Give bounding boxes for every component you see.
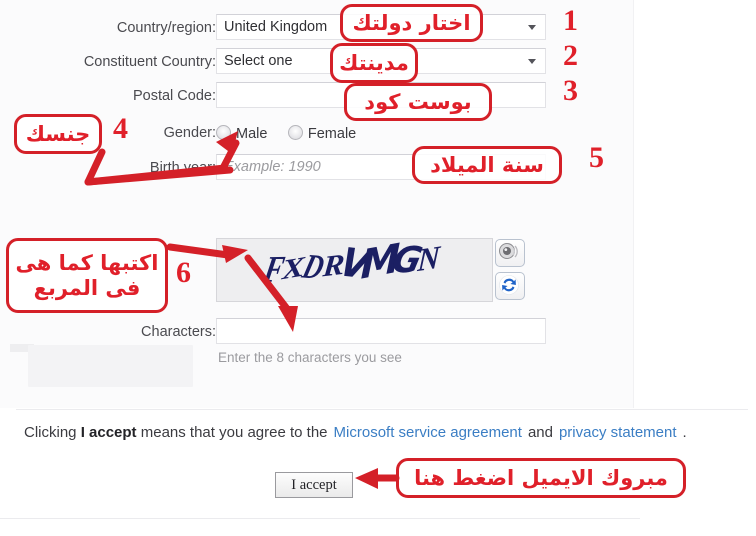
annotation-arrows [84,131,400,489]
arrow-characters-path [244,254,292,314]
arrow-captcha-path [166,243,232,259]
signup-form-page: Country/region: United Kingdom Constitue… [0,0,756,536]
arrow-characters-head [278,306,298,332]
arrow-accept-head [355,468,378,489]
arrow-captcha-head [222,245,248,263]
